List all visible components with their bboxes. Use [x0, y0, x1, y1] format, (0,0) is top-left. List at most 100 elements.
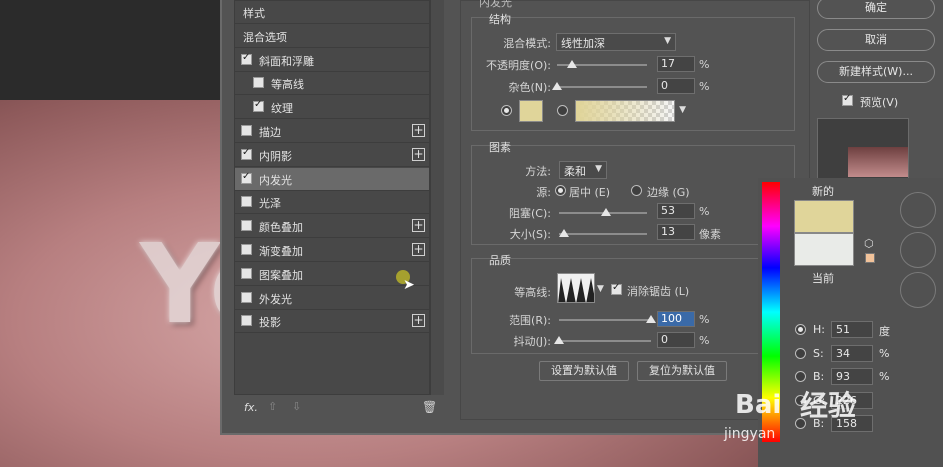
style-checkbox[interactable] — [241, 147, 252, 160]
style-list-item-label: 图案叠加 — [259, 268, 303, 282]
preview-label[interactable]: 预览(V) — [860, 94, 898, 110]
source-center-radio[interactable] — [555, 185, 566, 196]
choke-input[interactable]: 53 — [657, 203, 695, 219]
noise-slider[interactable] — [557, 86, 647, 88]
contour-picker[interactable] — [557, 273, 595, 303]
choke-slider-thumb[interactable] — [600, 208, 611, 216]
add-effect-plus-icon[interactable]: + — [412, 243, 425, 256]
style-list-item-label: 外发光 — [259, 292, 292, 306]
jitter-slider[interactable] — [559, 340, 651, 342]
style-checkbox[interactable] — [253, 99, 264, 113]
glow-gradient-swatch[interactable]: ▼ — [575, 100, 686, 122]
style-checkbox[interactable] — [241, 267, 252, 279]
range-slider[interactable] — [559, 319, 651, 321]
add-effect-plus-icon[interactable]: + — [412, 124, 425, 137]
noise-slider-thumb[interactable] — [552, 82, 562, 90]
trash-icon[interactable]: 🗑 — [422, 400, 437, 414]
source-edge-label[interactable]: 边缘 (G) — [647, 184, 690, 200]
style-checkbox[interactable] — [241, 244, 252, 255]
reset-default-button[interactable]: 复位为默认值 — [637, 361, 727, 381]
glow-color-swatch[interactable] — [519, 100, 543, 122]
style-list-item[interactable]: 光泽 — [235, 191, 429, 215]
cancel-button[interactable]: 取消 — [817, 29, 935, 51]
style-list-scrollbar[interactable] — [430, 0, 444, 395]
style-list-item[interactable]: 等高线 — [235, 72, 429, 96]
source-edge-radio[interactable] — [631, 185, 642, 196]
blend-mode-label: 混合模式: — [503, 37, 551, 50]
new-style-button[interactable]: 新建样式(W)... — [817, 61, 935, 83]
ok-button[interactable]: 确定 — [817, 0, 935, 19]
style-list-item-label: 内阴影 — [259, 149, 292, 163]
color-field-input[interactable]: 93 — [831, 368, 873, 385]
color-field-input[interactable]: 34 — [831, 344, 873, 362]
style-checkbox[interactable] — [241, 125, 252, 136]
picker-option-circle[interactable] — [900, 272, 936, 308]
add-effect-plus-icon[interactable]: + — [412, 314, 425, 328]
move-down-icon[interactable]: ⇩ — [292, 400, 301, 413]
antialias-label[interactable]: 消除锯齿 (L) — [627, 283, 689, 299]
add-effect-plus-icon[interactable]: + — [412, 147, 425, 161]
noise-input[interactable]: 0 — [657, 78, 695, 94]
style-list-item[interactable]: 样式 — [235, 1, 429, 24]
style-checkbox[interactable] — [241, 220, 252, 232]
opacity-input[interactable]: 17 — [657, 56, 695, 72]
color-field-unit: % — [879, 346, 890, 360]
solid-color-radio[interactable] — [501, 105, 512, 116]
move-up-icon[interactable]: ⇧ — [268, 400, 277, 413]
picker-option-circle[interactable] — [900, 232, 936, 268]
style-list-item[interactable]: 内阴影 + — [235, 144, 429, 167]
add-effect-plus-icon[interactable]: + — [412, 219, 425, 233]
opacity-slider-thumb[interactable] — [567, 60, 578, 68]
style-checkbox[interactable] — [241, 291, 252, 303]
noise-unit: % — [699, 80, 710, 93]
style-list-item[interactable]: 内发光 — [235, 167, 429, 191]
color-field-key: S: — [813, 346, 824, 360]
style-list-footer: fx. ⇧ ⇩ 🗑 — [234, 395, 444, 421]
jitter-slider-thumb[interactable] — [554, 336, 564, 344]
style-checkbox[interactable] — [241, 315, 252, 327]
color-mode-radio[interactable] — [795, 371, 806, 382]
antialias-checkbox[interactable] — [611, 282, 622, 295]
method-select[interactable]: 柔和 ▼ — [559, 161, 607, 179]
style-checkbox[interactable] — [253, 77, 264, 89]
style-checkbox[interactable] — [241, 171, 252, 184]
fx-icon[interactable]: fx. — [244, 401, 258, 414]
structure-title: 结构 — [489, 13, 511, 26]
source-center-label[interactable]: 居中 (E) — [569, 184, 610, 200]
preview-checkbox[interactable] — [842, 93, 853, 106]
size-slider-thumb[interactable] — [558, 229, 569, 237]
gradient-radio[interactable] — [557, 105, 568, 116]
range-slider-thumb[interactable] — [646, 315, 656, 323]
style-list-item[interactable]: 斜面和浮雕 — [235, 49, 429, 72]
style-list-item[interactable]: 混合选项 — [235, 25, 429, 48]
size-slider[interactable] — [559, 233, 647, 235]
size-input[interactable]: 13 — [657, 224, 695, 240]
range-unit: % — [699, 313, 710, 326]
color-mode-radio[interactable] — [795, 347, 806, 359]
choke-unit: % — [699, 205, 710, 218]
set-default-button[interactable]: 设置为默认值 — [539, 361, 629, 381]
style-checkbox[interactable] — [241, 196, 252, 208]
color-mode-radio[interactable] — [795, 324, 806, 335]
picker-option-circle[interactable] — [900, 192, 936, 228]
chevron-down-icon[interactable]: ▼ — [597, 284, 604, 294]
blend-mode-select[interactable]: 线性加深 ▼ — [556, 33, 676, 51]
color-field-input[interactable]: 51 — [831, 321, 873, 338]
web-color-cube-icon[interactable]: ⬡ — [864, 237, 874, 250]
style-list-item[interactable]: 渐变叠加 + — [235, 239, 429, 262]
method-label: 方法: — [525, 165, 551, 178]
style-list-item[interactable]: 外发光 — [235, 287, 429, 310]
jitter-input[interactable]: 0 — [657, 332, 695, 348]
gamut-warning-swatch[interactable] — [865, 253, 875, 263]
jitter-unit: % — [699, 334, 710, 347]
style-list-item[interactable]: 描边 + — [235, 120, 429, 143]
current-color-swatch[interactable] — [794, 233, 854, 266]
panel-title: 内发光 — [479, 0, 512, 9]
new-color-label: 新的 — [812, 185, 834, 198]
range-input[interactable]: 100 — [657, 311, 695, 327]
style-list-item[interactable]: 纹理 — [235, 96, 429, 120]
style-list-item[interactable]: 颜色叠加 + — [235, 215, 429, 239]
watermark-url: jingyan — [724, 426, 776, 442]
style-list-item[interactable]: 投影 + — [235, 310, 429, 334]
style-checkbox[interactable] — [241, 52, 252, 65]
